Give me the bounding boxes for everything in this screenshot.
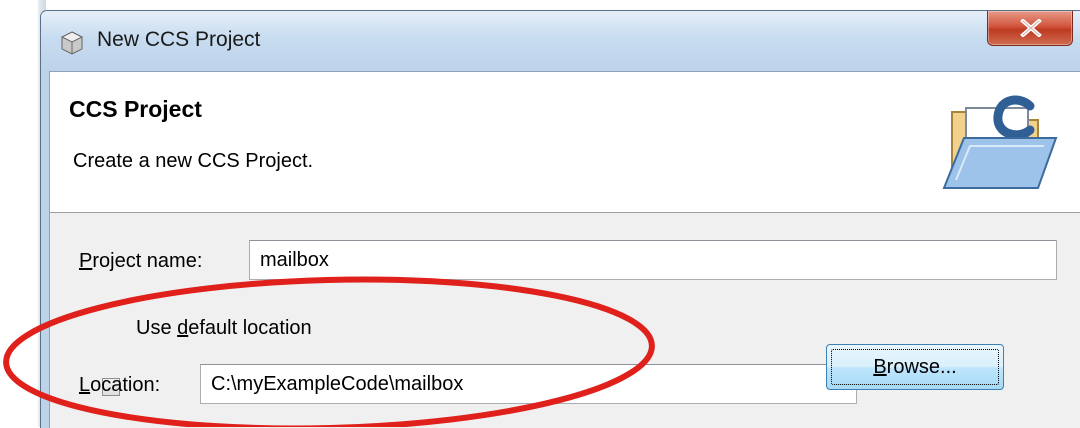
browse-button-label: Browse...: [873, 356, 957, 378]
project-name-input[interactable]: mailbox: [249, 240, 1057, 280]
wizard-banner: CCS Project Create a new CCS Project.: [50, 72, 1080, 213]
ccs-project-folder-icon: [942, 95, 1058, 189]
page-description: Create a new CCS Project.: [73, 150, 314, 172]
location-input[interactable]: C:\myExampleCode\mailbox: [200, 364, 857, 404]
close-button[interactable]: [987, 11, 1073, 46]
browse-button[interactable]: Browse...: [826, 344, 1004, 390]
close-icon: [1020, 19, 1042, 37]
location-label: Location:: [79, 374, 161, 396]
page-title: CCS Project: [69, 96, 202, 122]
title-bar: New CCS Project: [41, 11, 1080, 71]
app-icon: [60, 31, 84, 55]
use-default-location-label[interactable]: Use default location: [136, 317, 312, 340]
window-title: New CCS Project: [97, 28, 261, 51]
project-name-label: Project name:: [79, 250, 203, 272]
